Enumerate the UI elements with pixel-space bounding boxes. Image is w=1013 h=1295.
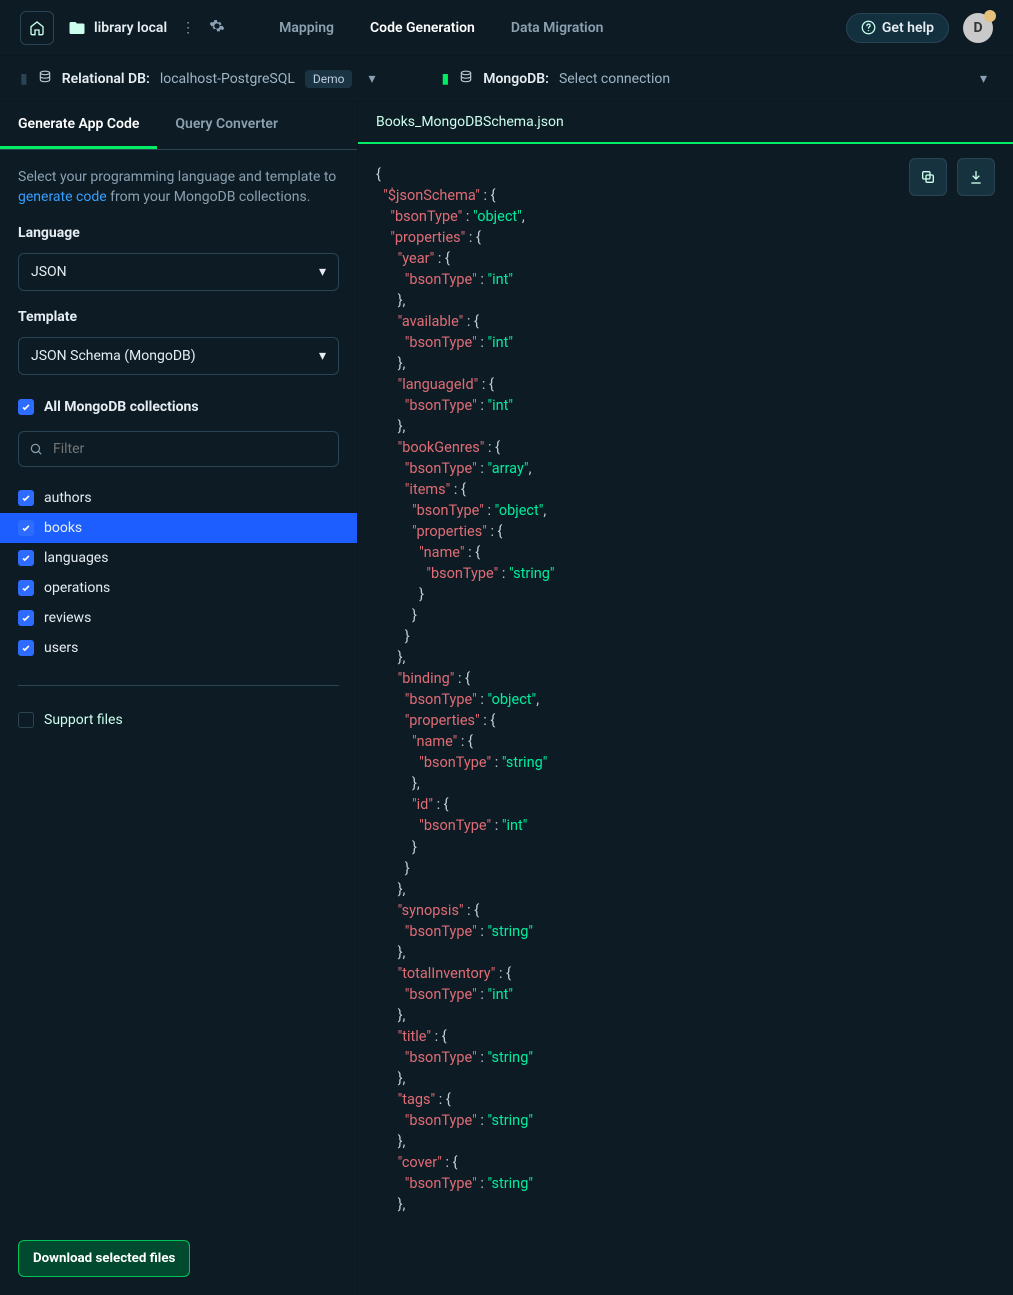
editor-pane: Books_MongoDBSchema.json { "$jsonSchema"… — [358, 102, 1013, 1295]
rel-db-caret-icon[interactable]: ▾ — [362, 71, 381, 87]
code-editor[interactable]: { "$jsonSchema" : { "bsonType" : "object… — [358, 144, 1013, 1295]
top-nav: Mapping Code Generation Data Migration — [279, 2, 603, 54]
connection-bar: ▮ Relational DB: localhost-PostgreSQL De… — [0, 56, 1013, 102]
language-value: JSON — [31, 264, 67, 280]
intro-text: Select your programming language and tem… — [18, 168, 339, 207]
checkbox-icon — [18, 640, 34, 656]
help-label: Get help — [882, 20, 934, 36]
mdb-caret-icon[interactable]: ▾ — [974, 71, 993, 87]
divider — [18, 685, 339, 686]
mdb-label: MongoDB: — [483, 71, 549, 87]
database-icon — [459, 70, 473, 88]
more-menu-icon[interactable]: ⋮ — [181, 20, 195, 36]
checkbox-icon — [18, 610, 34, 626]
folder-icon — [68, 19, 86, 37]
mdb-conn: Select connection — [559, 71, 670, 87]
filter-box[interactable] — [18, 431, 339, 467]
checkbox-icon — [18, 712, 34, 728]
rel-db-label: Relational DB: — [62, 71, 150, 87]
template-select[interactable]: JSON Schema (MongoDB) ▾ — [18, 337, 339, 375]
collection-reviews[interactable]: reviews — [0, 603, 357, 633]
collection-users[interactable]: users — [0, 633, 357, 663]
download-code-button[interactable] — [957, 158, 995, 196]
collection-label: books — [44, 520, 82, 536]
home-button[interactable] — [20, 11, 54, 45]
collection-label: operations — [44, 580, 110, 596]
collections-list: authors books languages operations reviews us… — [0, 483, 357, 663]
collection-label: reviews — [44, 610, 91, 626]
file-tab[interactable]: Books_MongoDBSchema.json — [358, 102, 1013, 144]
chevron-down-icon: ▾ — [319, 348, 326, 364]
settings-icon[interactable] — [209, 18, 225, 38]
copy-button[interactable] — [909, 158, 947, 196]
sidebar: Generate App CodeQuery Converter Select … — [0, 102, 358, 1295]
copy-icon — [920, 169, 936, 185]
topnav-mapping[interactable]: Mapping — [279, 2, 334, 54]
sidebar-tabs: Generate App CodeQuery Converter — [0, 102, 357, 150]
sidebar-tab-query-converter[interactable]: Query Converter — [157, 102, 296, 149]
collection-languages[interactable]: languages — [0, 543, 357, 573]
project-breadcrumb[interactable]: library local — [68, 19, 167, 37]
home-icon — [29, 20, 45, 36]
language-select[interactable]: JSON ▾ — [18, 253, 339, 291]
collection-authors[interactable]: authors — [0, 483, 357, 513]
support-files-toggle[interactable]: Support files — [18, 708, 339, 732]
all-collections-label: All MongoDB collections — [44, 399, 199, 415]
topnav-data-migration[interactable]: Data Migration — [511, 2, 604, 54]
help-icon — [861, 20, 876, 35]
download-button[interactable]: Download selected files — [18, 1240, 190, 1277]
template-label: Template — [18, 309, 339, 325]
demo-badge: Demo — [305, 70, 353, 88]
collection-label: languages — [44, 550, 108, 566]
rel-accent-icon: ▮ — [20, 71, 28, 87]
support-files-label: Support files — [44, 712, 123, 728]
checkbox-icon — [18, 550, 34, 566]
checkbox-icon — [18, 490, 34, 506]
collection-operations[interactable]: operations — [0, 573, 357, 603]
checkbox-icon — [18, 520, 34, 536]
mdb-accent-icon: ▮ — [442, 71, 450, 87]
file-name: Books_MongoDBSchema.json — [376, 114, 564, 130]
search-icon — [29, 442, 43, 456]
get-help-button[interactable]: Get help — [846, 13, 949, 43]
language-label: Language — [18, 225, 339, 241]
rel-db-conn: localhost-PostgreSQL — [160, 71, 295, 87]
topnav-code-generation[interactable]: Code Generation — [370, 2, 475, 54]
project-name: library local — [94, 20, 167, 36]
chevron-down-icon: ▾ — [319, 264, 326, 280]
filter-input[interactable] — [51, 440, 328, 458]
sidebar-tab-generate-app-code[interactable]: Generate App Code — [0, 102, 157, 149]
avatar-letter: D — [973, 20, 982, 36]
collection-books[interactable]: books — [0, 513, 357, 543]
all-collections-toggle[interactable]: All MongoDB collections — [18, 395, 339, 419]
top-bar: library local ⋮ Mapping Code Generation Da… — [0, 0, 1013, 56]
template-value: JSON Schema (MongoDB) — [31, 348, 196, 364]
database-icon — [38, 70, 52, 88]
checkbox-icon — [18, 580, 34, 596]
collection-label: users — [44, 640, 78, 656]
code-content: { "$jsonSchema" : { "bsonType" : "object… — [376, 164, 995, 1215]
generate-code-link[interactable]: generate code — [18, 189, 107, 205]
collection-label: authors — [44, 490, 92, 506]
checkbox-icon — [18, 399, 34, 415]
avatar[interactable]: D — [963, 13, 993, 43]
download-icon — [968, 169, 984, 185]
